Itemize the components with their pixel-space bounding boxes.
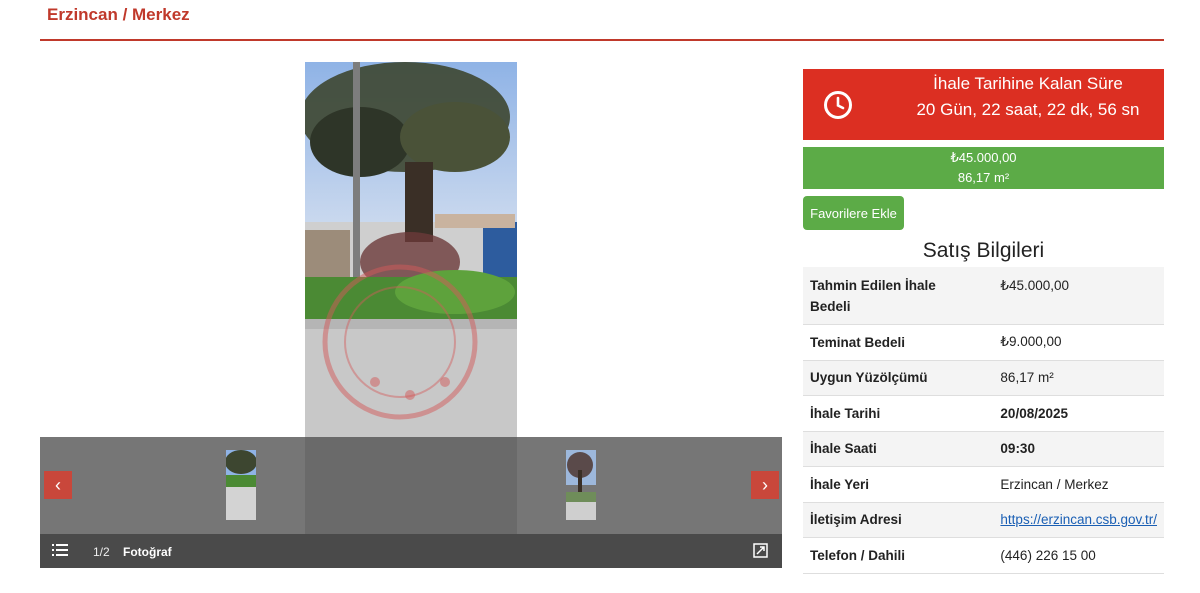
row-value: (446) 226 15 00 <box>986 537 1164 574</box>
thumbnail-2[interactable] <box>566 450 596 520</box>
list-icon[interactable] <box>52 543 68 560</box>
row-key: Tahmin Edilen İhale Bedeli <box>803 267 987 325</box>
thumbnail-1[interactable] <box>226 450 256 520</box>
table-row: İletişim Adresi https://erzincan.csb.gov… <box>803 502 1164 538</box>
table-row: İhale Tarihi 20/08/2025 <box>803 395 1164 432</box>
countdown-banner: İhale Tarihine Kalan Süre 20 Gün, 22 saa… <box>803 69 1164 140</box>
row-key: İhale Yeri <box>803 466 987 503</box>
table-row: Uygun Yüzölçümü 86,17 m² <box>803 360 1164 396</box>
gallery-label: Fotoğraf <box>123 545 172 559</box>
table-row: İhale Yeri Erzincan / Merkez <box>803 466 1164 503</box>
countdown-time: 20 Gün, 22 saat, 22 dk, 56 sn <box>916 100 1140 119</box>
row-value: 20/08/2025 <box>986 395 1164 432</box>
row-value: 86,17 m² <box>986 360 1164 396</box>
table-row: İhale Saati 09:30 <box>803 431 1164 467</box>
table-row: Tahmin Edilen İhale Bedeli ₺45.000,00 <box>803 267 1164 325</box>
row-key: Teminat Bedeli <box>803 324 987 361</box>
row-value: Erzincan / Merkez <box>986 466 1164 503</box>
price-area: 86,17 m² <box>957 170 1010 185</box>
price-summary: ₺45.000,00 86,17 m² <box>803 147 1164 189</box>
sale-info-table: Tahmin Edilen İhale Bedeli ₺45.000,00 Te… <box>803 267 1164 574</box>
countdown-title: İhale Tarihine Kalan Süre <box>933 74 1123 93</box>
clock-icon <box>823 90 853 125</box>
row-key: İhale Tarihi <box>803 395 987 432</box>
row-key: Telefon / Dahili <box>803 537 987 574</box>
row-value: ₺45.000,00 <box>986 267 1164 325</box>
row-key: İhale Saati <box>803 431 987 467</box>
thumbnail-strip: ‹ › <box>40 437 782 534</box>
table-row: Teminat Bedeli ₺9.000,00 <box>803 324 1164 361</box>
photo-counter: 1/2 <box>93 545 110 559</box>
row-value: ₺9.000,00 <box>986 324 1164 361</box>
title-divider <box>40 39 1164 41</box>
price-amount: ₺45.000,00 <box>950 150 1017 165</box>
row-value: 09:30 <box>986 431 1164 467</box>
add-to-favorites-button[interactable]: Favorilere Ekle <box>803 196 904 230</box>
gallery-toolbar: 1/2 Fotoğraf <box>40 534 782 568</box>
contact-address-link[interactable]: https://erzincan.csb.gov.tr/ <box>1000 512 1157 527</box>
page-title: Erzincan / Merkez <box>47 5 190 24</box>
table-row: Telefon / Dahili (446) 226 15 00 <box>803 537 1164 574</box>
chevron-right-icon: › <box>762 475 768 495</box>
chevron-left-icon: ‹ <box>55 475 61 495</box>
photo-gallery: ‹ › 1/2 Fotoğraf <box>40 62 782 568</box>
row-key: Uygun Yüzölçümü <box>803 360 987 396</box>
fullscreen-icon[interactable] <box>753 543 768 561</box>
row-key: İletişim Adresi <box>803 502 987 538</box>
next-arrow-button[interactable]: › <box>751 471 779 499</box>
prev-arrow-button[interactable]: ‹ <box>44 471 72 499</box>
sale-info-title: Satış Bilgileri <box>922 239 1045 262</box>
row-value: https://erzincan.csb.gov.tr/ <box>986 502 1164 538</box>
